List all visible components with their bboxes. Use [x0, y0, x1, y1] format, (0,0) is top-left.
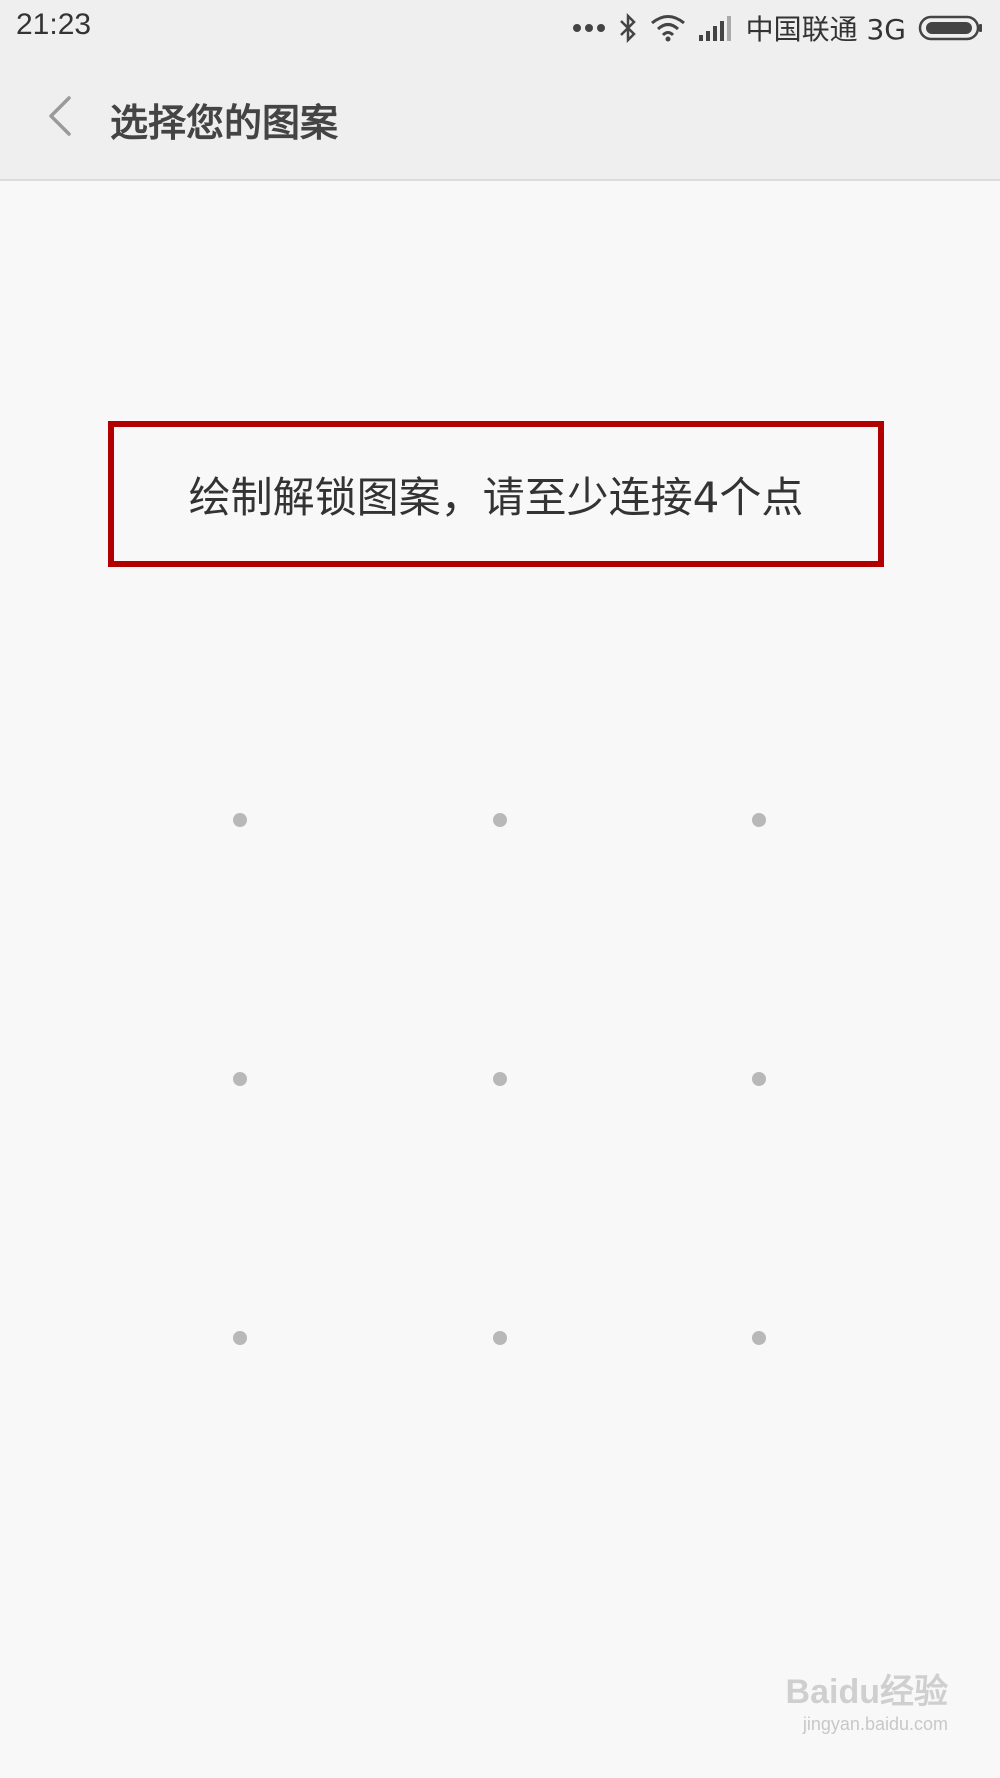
carrier-name: 中国联通 3G	[745, 13, 906, 46]
status-icons: 中国联通 3G	[572, 8, 984, 48]
pattern-dot-4[interactable]	[233, 1072, 247, 1086]
pattern-hint-text: 绘制解锁图案，请至少连接4个点	[188, 472, 804, 522]
pattern-dot-7[interactable]	[233, 1331, 247, 1345]
pattern-dot-9[interactable]	[752, 1331, 766, 1345]
watermark-logo: Baidu经验	[785, 1673, 948, 1711]
status-time: 21:23	[16, 8, 92, 41]
hint-highlight-box: 绘制解锁图案，请至少连接4个点	[108, 421, 884, 567]
pattern-dot-6[interactable]	[752, 1072, 766, 1086]
pattern-dot-1[interactable]	[233, 813, 247, 827]
pattern-dot-5[interactable]	[493, 1072, 507, 1086]
wifi-icon	[650, 15, 685, 42]
pattern-grid[interactable]	[140, 720, 920, 1500]
bluetooth-icon	[619, 13, 636, 43]
status-bar: 21:23 中国联通 3G	[0, 0, 1000, 56]
battery-icon	[918, 15, 982, 41]
chevron-left-icon	[49, 96, 71, 136]
signal-icon	[698, 16, 731, 41]
pattern-dot-8[interactable]	[493, 1331, 507, 1345]
more-dots-icon	[572, 24, 605, 32]
back-button[interactable]	[30, 86, 90, 146]
pattern-dot-3[interactable]	[752, 813, 766, 827]
baidu-jingyan-watermark: Baidu经验 jingyan.baidu.com	[748, 1664, 948, 1754]
page-title: 选择您的图案	[110, 101, 339, 145]
watermark-url: jingyan.baidu.com	[802, 1714, 948, 1734]
title-bar: 选择您的图案	[0, 56, 1000, 181]
pattern-dot-2[interactable]	[493, 813, 507, 827]
